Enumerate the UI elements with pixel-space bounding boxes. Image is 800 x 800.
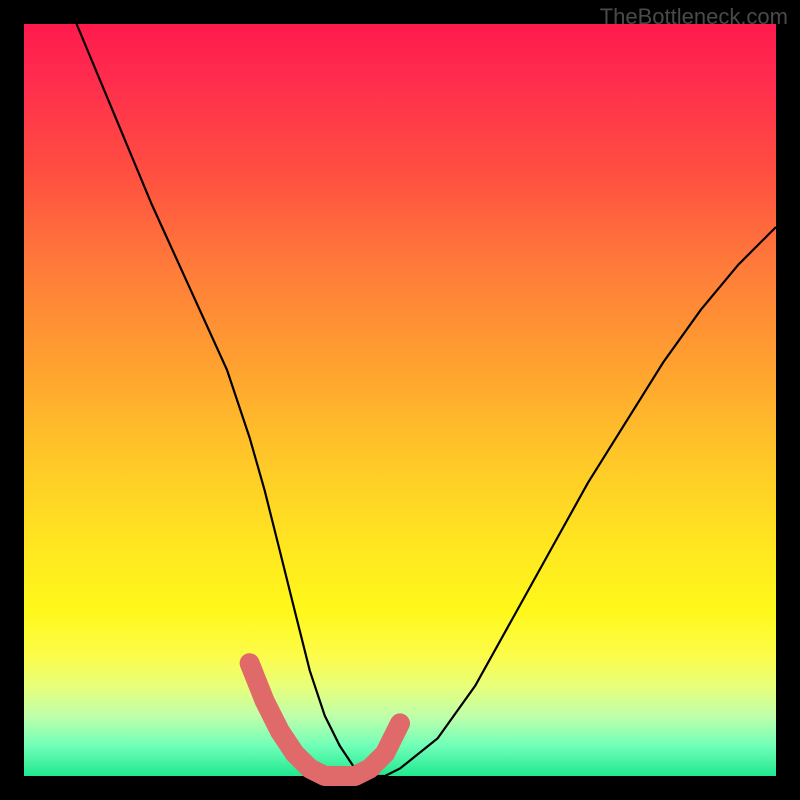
bottleneck-curve xyxy=(77,24,776,776)
watermark-text: TheBottleneck.com xyxy=(600,4,788,30)
curve-svg xyxy=(24,24,776,776)
highlight-band xyxy=(250,663,400,776)
plot-area xyxy=(24,24,776,776)
chart-container: TheBottleneck.com xyxy=(0,0,800,800)
